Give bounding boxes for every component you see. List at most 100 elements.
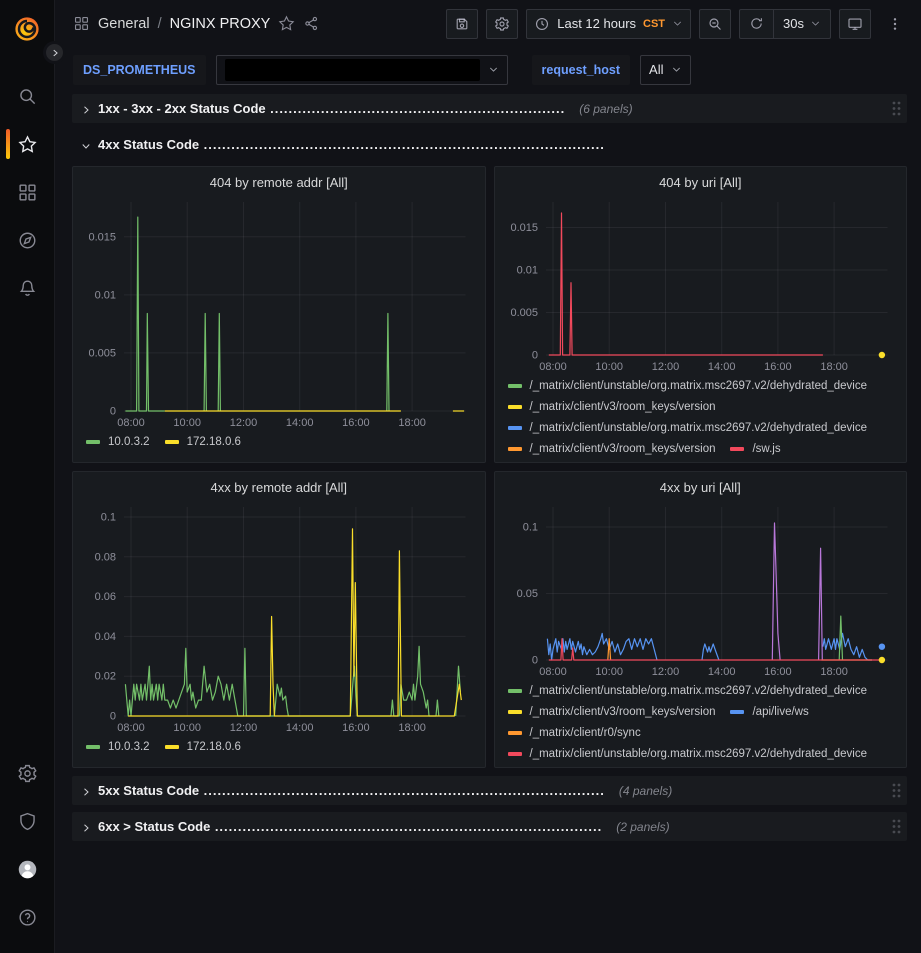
legend-item[interactable]: /_matrix/client/unstable/org.matrix.msc2… <box>508 417 868 438</box>
legend-item[interactable]: /api/live/ws <box>730 701 808 722</box>
legend-label: /api/live/ws <box>752 706 808 718</box>
panel-title[interactable]: 404 by uri [All] <box>504 172 898 194</box>
grafana-app: General / NGINX PROXY Last 12 hours CST <box>0 0 921 953</box>
sidebar-expand-button[interactable] <box>43 41 66 64</box>
legend-label: 172.18.0.6 <box>187 741 241 753</box>
gear-icon <box>17 763 38 784</box>
dashboard-header: General / NGINX PROXY Last 12 hours CST <box>55 0 921 47</box>
chart-legend: /_matrix/client/unstable/org.matrix.msc2… <box>504 375 898 455</box>
chevron-down-icon <box>671 64 682 75</box>
legend-label: /_matrix/client/v3/room_keys/version <box>530 401 716 413</box>
legend-swatch <box>730 447 744 451</box>
kebab-menu-button[interactable] <box>879 9 911 39</box>
row-drag-handle[interactable] <box>892 783 901 798</box>
timeseries-chart[interactable]: 00.0050.010.01508:0010:0012:0014:0016:00… <box>82 194 476 431</box>
zoom-out-icon <box>707 16 723 32</box>
row-header-4xx[interactable]: 4xx Status Code ........................… <box>72 130 907 159</box>
legend-item[interactable]: /_matrix/client/r0/sync <box>508 722 641 743</box>
breadcrumb-title[interactable]: NGINX PROXY <box>170 16 271 32</box>
legend-item[interactable]: 10.0.3.2 <box>86 431 150 452</box>
zoom-out-button[interactable] <box>699 9 731 39</box>
legend-item[interactable]: /_matrix/client/v3/room_keys/version <box>508 438 716 455</box>
row-drag-handle[interactable] <box>892 101 901 116</box>
refresh-interval-dropdown[interactable]: 30s <box>773 10 830 38</box>
row-dots: ........................................… <box>204 137 605 152</box>
favorite-star-icon[interactable] <box>278 15 295 32</box>
panel-title[interactable]: 4xx by remote addr [All] <box>82 477 476 499</box>
row-header-6xx[interactable]: 6xx > Status Code ......................… <box>72 812 907 841</box>
row-panel-count: (6 panels) <box>579 102 632 116</box>
panel-title[interactable]: 4xx by uri [All] <box>504 477 898 499</box>
save-dashboard-button[interactable] <box>446 9 478 39</box>
legend-item[interactable]: /sw.js <box>730 438 780 455</box>
row-drag-handle[interactable] <box>892 819 901 834</box>
sidebar-item-starred[interactable] <box>0 120 55 168</box>
legend-item[interactable]: /_matrix/client/v3/room_keys/version <box>508 701 716 722</box>
sidebar-item-dashboards[interactable] <box>0 168 55 216</box>
svg-text:0.015: 0.015 <box>510 222 538 234</box>
row-dots: ........................................… <box>270 101 565 116</box>
share-icon[interactable] <box>303 15 320 32</box>
svg-text:08:00: 08:00 <box>117 722 145 734</box>
sidebar-item-server-admin[interactable] <box>0 797 55 845</box>
sidebar-item-alerting[interactable] <box>0 264 55 312</box>
legend-item[interactable]: /_matrix/client/unstable/org.matrix.msc2… <box>508 375 868 396</box>
svg-text:0.1: 0.1 <box>101 512 116 524</box>
request-host-dropdown[interactable]: All <box>640 55 691 85</box>
svg-text:16:00: 16:00 <box>342 417 370 429</box>
sidebar-item-help[interactable] <box>0 893 55 941</box>
legend-swatch <box>508 752 522 756</box>
svg-text:18:00: 18:00 <box>398 722 426 734</box>
svg-text:10:00: 10:00 <box>173 722 201 734</box>
legend-item[interactable]: /_matrix/client/v3/room_keys/version <box>508 396 716 417</box>
chart-legend: 10.0.3.2 172.18.0.6 <box>82 736 476 760</box>
legend-item[interactable]: /_matrix/client/unstable/org.matrix.msc2… <box>508 743 868 760</box>
svg-text:10:00: 10:00 <box>173 417 201 429</box>
dashboard-canvas: 1xx - 3xx - 2xx Status Code ............… <box>55 92 921 953</box>
variable-label-ds-prometheus: DS_PROMETHEUS <box>73 55 206 85</box>
row-header-1xx-3xx-2xx[interactable]: 1xx - 3xx - 2xx Status Code ............… <box>72 94 907 123</box>
timeseries-chart[interactable]: 00.020.040.060.080.108:0010:0012:0014:00… <box>82 499 476 736</box>
grafana-logo-icon[interactable] <box>12 14 42 44</box>
chevron-right-icon <box>80 822 92 834</box>
breadcrumb-section[interactable]: General <box>98 16 150 32</box>
chart-legend: /_matrix/client/unstable/org.matrix.msc2… <box>504 680 898 760</box>
legend-swatch <box>508 689 522 693</box>
timeseries-chart[interactable]: 00.050.108:0010:0012:0014:0016:0018:00 <box>504 499 898 680</box>
help-icon <box>17 907 38 928</box>
svg-text:0: 0 <box>531 350 537 362</box>
legend-swatch <box>165 440 179 444</box>
svg-text:08:00: 08:00 <box>117 417 145 429</box>
svg-text:0.1: 0.1 <box>522 522 537 534</box>
cycle-view-mode-button[interactable] <box>839 9 871 39</box>
dashboard-settings-button[interactable] <box>486 9 518 39</box>
svg-text:0.015: 0.015 <box>88 231 116 243</box>
datasource-dropdown[interactable] <box>216 55 508 85</box>
svg-text:0.005: 0.005 <box>88 347 116 359</box>
variables-bar: DS_PROMETHEUS request_host All <box>55 47 921 92</box>
datasource-value-redacted <box>225 59 480 81</box>
legend-item[interactable]: 172.18.0.6 <box>165 431 241 452</box>
sidebar-item-search[interactable] <box>0 72 55 120</box>
legend-swatch <box>730 710 744 714</box>
panel-title[interactable]: 404 by remote addr [All] <box>82 172 476 194</box>
variable-label-request-host: request_host <box>532 55 631 85</box>
timeseries-chart[interactable]: 00.0050.010.01508:0010:0012:0014:0016:00… <box>504 194 898 375</box>
time-range-picker[interactable]: Last 12 hours CST <box>526 9 691 39</box>
svg-text:0.04: 0.04 <box>95 631 116 643</box>
legend-item[interactable]: 10.0.3.2 <box>86 736 150 757</box>
sidebar-item-explore[interactable] <box>0 216 55 264</box>
sidebar-item-profile[interactable] <box>0 845 55 893</box>
dashboards-grid-icon <box>17 182 38 203</box>
legend-item[interactable]: 172.18.0.6 <box>165 736 241 757</box>
main-area: General / NGINX PROXY Last 12 hours CST <box>55 0 921 953</box>
svg-text:0.05: 0.05 <box>516 588 537 600</box>
refresh-button[interactable] <box>740 10 773 38</box>
svg-text:14:00: 14:00 <box>707 666 735 678</box>
legend-item[interactable]: /_matrix/client/unstable/org.matrix.msc2… <box>508 680 868 701</box>
svg-text:16:00: 16:00 <box>764 666 792 678</box>
legend-swatch <box>508 384 522 388</box>
row-header-5xx[interactable]: 5xx Status Code ........................… <box>72 776 907 805</box>
sidebar-item-configuration[interactable] <box>0 749 55 797</box>
legend-swatch <box>165 745 179 749</box>
